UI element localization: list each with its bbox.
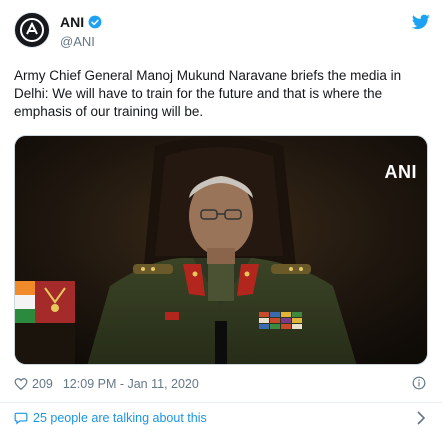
conversation-link-row[interactable]: 25 people are talking about this — [14, 408, 428, 428]
ani-logo-icon[interactable] — [14, 12, 50, 48]
info-icon[interactable] — [412, 376, 426, 390]
chevron-right-icon[interactable] — [416, 411, 426, 425]
verified-badge-icon — [88, 15, 102, 29]
like-count[interactable]: 209 — [32, 377, 53, 391]
author-handle[interactable]: @ANI — [60, 34, 102, 49]
tweet-meta: 209 12:09 PM - Jan 11, 2020 — [14, 375, 428, 393]
author-display-name[interactable]: ANI — [60, 14, 84, 30]
media-watermark: ANI — [384, 162, 417, 182]
tweet-timestamp[interactable]: 12:09 PM - Jan 11, 2020 — [63, 377, 199, 391]
speech-bubble-icon — [14, 412, 28, 425]
twitter-bird-icon[interactable] — [412, 14, 430, 30]
tweet-header: ANI @ANI — [14, 12, 430, 52]
tweet-card: ANI @ANI Army Chief General Manoj Mukund… — [0, 0, 442, 435]
tweet-media[interactable]: ANI — [14, 135, 428, 365]
divider — [0, 402, 442, 403]
video-still-image — [15, 136, 427, 364]
conversation-link[interactable]: 25 people are talking about this — [33, 411, 207, 425]
tweet-text: Army Chief General Manoj Mukund Naravane… — [14, 68, 402, 119]
heart-icon[interactable] — [14, 377, 28, 391]
author-names: ANI @ANI — [60, 14, 102, 49]
author-display-name-row[interactable]: ANI — [60, 14, 102, 30]
